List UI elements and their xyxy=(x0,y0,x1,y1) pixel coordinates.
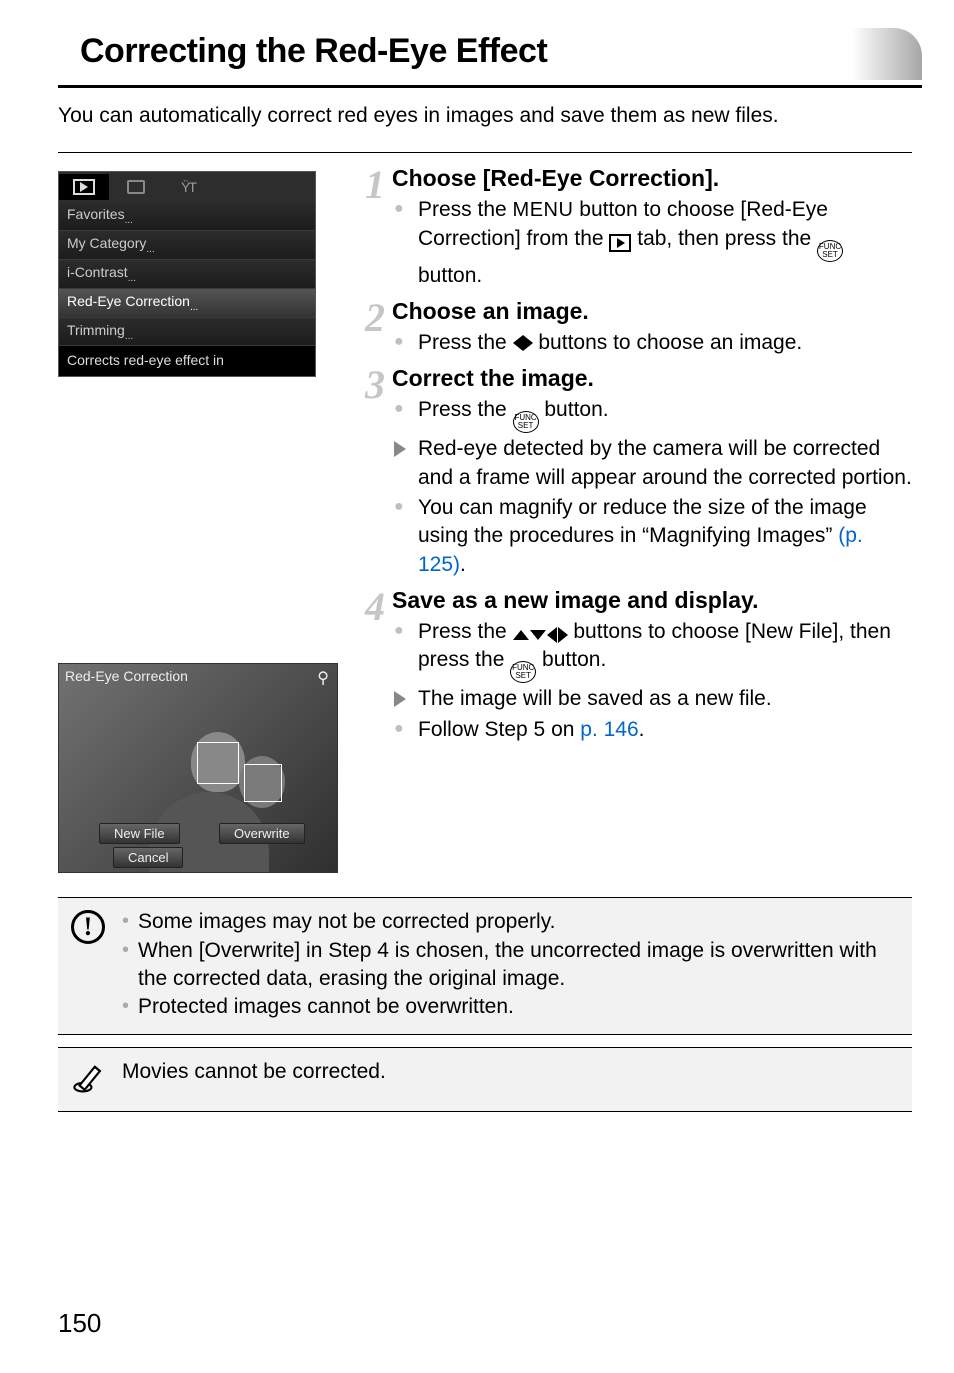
camera-menu-screenshot: ŸT Favorites... My Category... i-Contras… xyxy=(58,171,316,377)
left-right-arrows-icon xyxy=(513,335,533,351)
divider xyxy=(58,152,912,153)
note-item: Protected images cannot be overwritten. xyxy=(122,993,898,1021)
func-set-button-icon: FUNCSET xyxy=(513,411,539,433)
redeye-screen-title: Red-Eye Correction xyxy=(65,668,188,684)
step-bullet: Press the MENU button to choose [Red-Eye… xyxy=(392,196,912,290)
page-link[interactable]: p. 146 xyxy=(580,718,638,741)
overwrite-button: Overwrite xyxy=(219,823,305,844)
menu-button-icon: MENU xyxy=(513,199,574,221)
playback-tab-icon xyxy=(609,234,631,252)
step-2: 2 Choose an image. Press the buttons to … xyxy=(360,298,912,359)
note-item: When [Overwrite] in Step 4 is chosen, th… xyxy=(122,937,898,994)
step-number: 3 xyxy=(360,365,390,581)
playback-tab-icon xyxy=(59,174,109,200)
note-item: Some images may not be corrected properl… xyxy=(122,908,898,936)
magnify-icon: ⚲ xyxy=(317,668,329,688)
step-3: 3 Correct the image. Press the FUNCSET b… xyxy=(360,365,912,581)
face-frame-icon xyxy=(244,764,282,802)
menu-item-my-category: My Category... xyxy=(59,231,315,260)
step-bullet: Press the FUNCSET button. xyxy=(392,396,912,433)
step-result: The image will be saved as a new file. xyxy=(392,685,912,713)
warning-note: ! Some images may not be corrected prope… xyxy=(58,897,912,1034)
print-tab-icon xyxy=(111,174,161,200)
page-title: Correcting the Red-Eye Effect xyxy=(58,28,922,81)
step-bullet: Follow Step 5 on p. 146. xyxy=(392,716,912,744)
info-note: Movies cannot be corrected. xyxy=(58,1047,912,1112)
intro-text: You can automatically correct red eyes i… xyxy=(58,102,912,130)
pencil-icon xyxy=(71,1060,105,1099)
step-1: 1 Choose [Red-Eye Correction]. Press the… xyxy=(360,165,912,292)
step-title: Correct the image. xyxy=(392,365,912,392)
note-text: Movies cannot be corrected. xyxy=(122,1058,898,1099)
warning-icon: ! xyxy=(71,910,105,944)
menu-item-trimming: Trimming... xyxy=(59,318,315,347)
step-title: Choose [Red-Eye Correction]. xyxy=(392,165,912,192)
redeye-correction-screenshot: Red-Eye Correction ⚲ New File Overwrite … xyxy=(58,663,338,873)
page-title-bar: Correcting the Red-Eye Effect xyxy=(58,28,922,88)
page-number: 150 xyxy=(58,1308,101,1339)
step-bullet: Press the buttons to choose [New File], … xyxy=(392,618,912,683)
cancel-button: Cancel xyxy=(113,847,183,868)
step-title: Choose an image. xyxy=(392,298,912,325)
step-number: 4 xyxy=(360,587,390,746)
four-way-arrows-icon xyxy=(513,627,568,643)
title-underline xyxy=(58,85,922,88)
step-title: Save as a new image and display. xyxy=(392,587,912,614)
menu-help-text: Corrects red-eye effect in xyxy=(59,346,315,376)
func-set-button-icon: FUNCSET xyxy=(817,240,843,262)
step-bullet: Press the buttons to choose an image. xyxy=(392,329,912,357)
menu-item-i-contrast: i-Contrast... xyxy=(59,260,315,289)
new-file-button: New File xyxy=(99,823,180,844)
menu-item-red-eye: Red-Eye Correction... xyxy=(59,289,315,318)
step-result: Red-eye detected by the camera will be c… xyxy=(392,435,912,492)
step-bullet: You can magnify or reduce the size of th… xyxy=(392,494,912,579)
menu-tabs: ŸT xyxy=(59,172,315,202)
step-4: 4 Save as a new image and display. Press… xyxy=(360,587,912,746)
tools-tab-icon: ŸT xyxy=(163,174,213,200)
face-frame-icon xyxy=(197,742,239,784)
step-number: 2 xyxy=(360,298,390,359)
step-number: 1 xyxy=(360,165,390,292)
menu-item-favorites: Favorites... xyxy=(59,202,315,231)
func-set-button-icon: FUNCSET xyxy=(510,661,536,683)
